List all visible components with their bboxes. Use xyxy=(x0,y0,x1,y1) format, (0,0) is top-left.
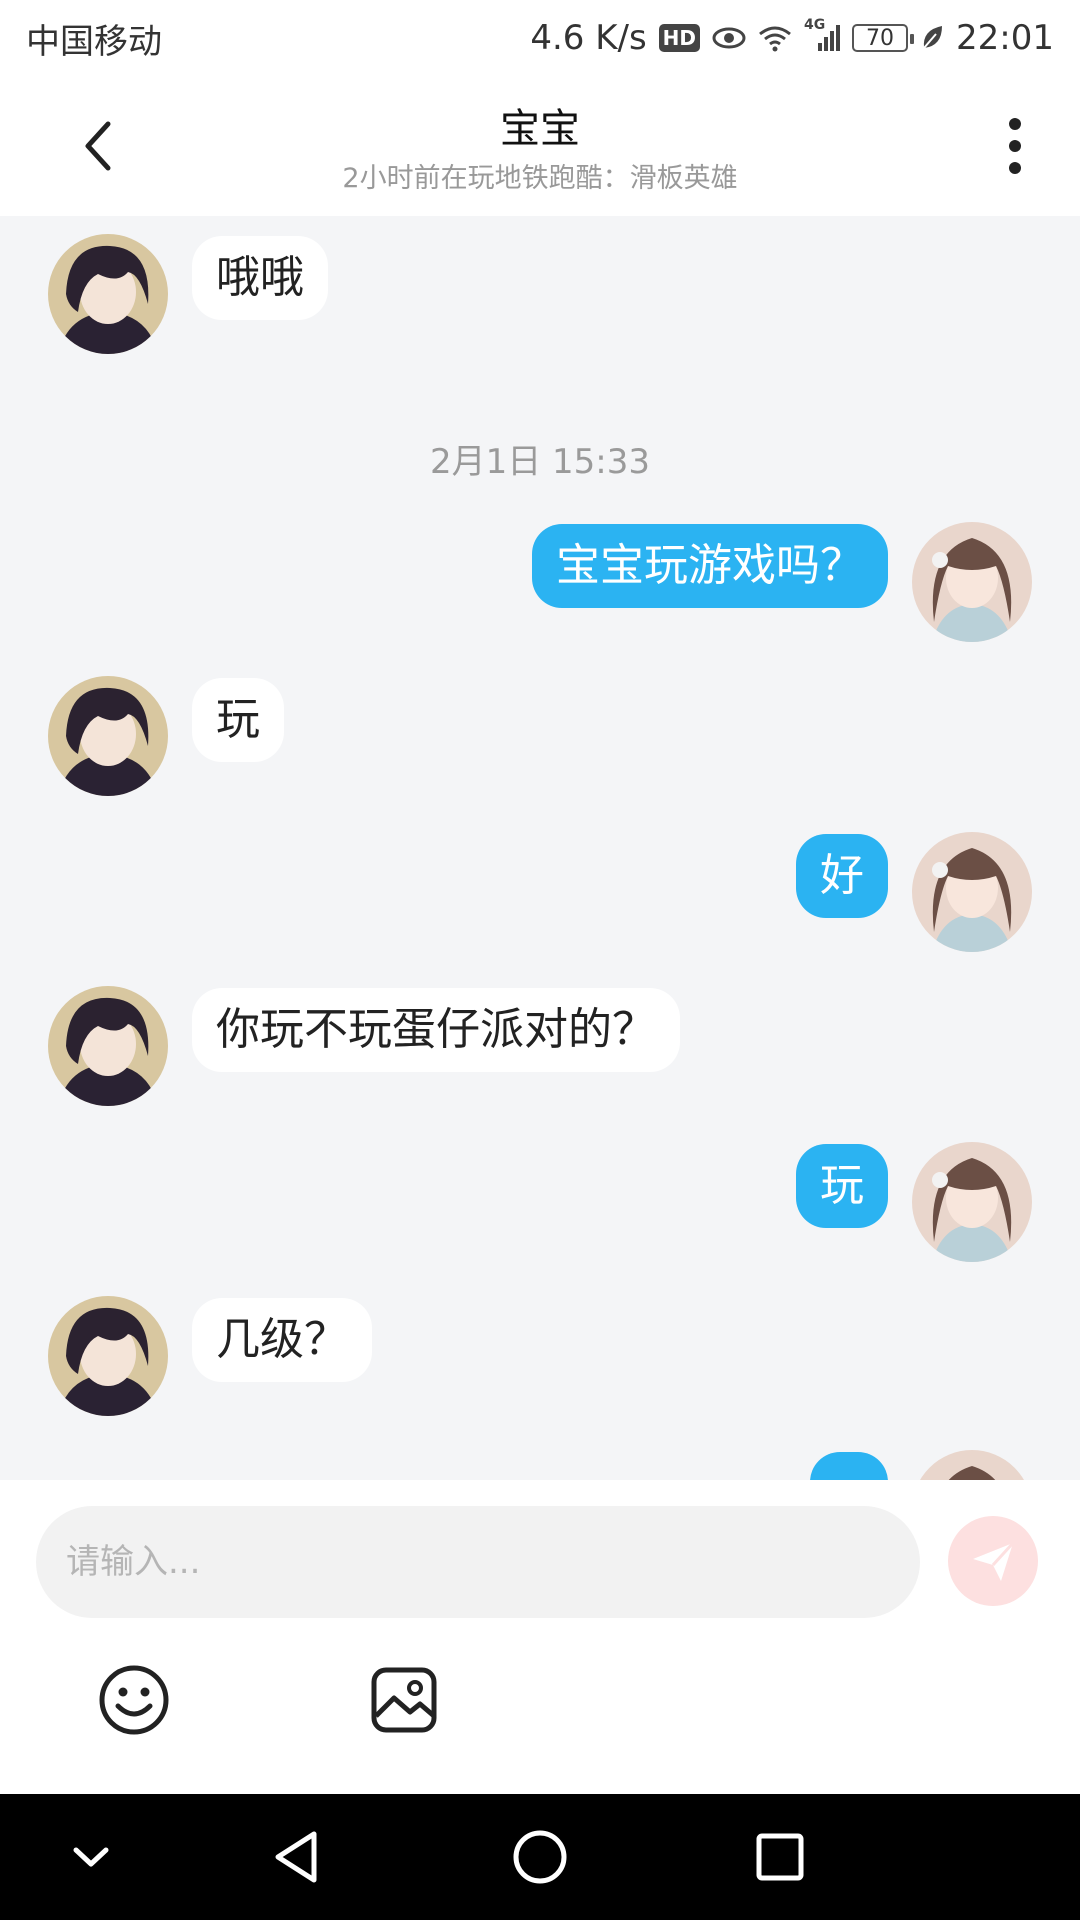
contact-avatar[interactable] xyxy=(48,676,168,796)
status-bar: 中国移动 4.6 K/s HD 4G 70 22:01 xyxy=(0,0,1080,76)
message-incoming: 几级？ xyxy=(48,1296,372,1416)
contact-avatar[interactable] xyxy=(48,234,168,354)
chat-header: 宝宝 2小时前在玩地铁跑酷：滑板英雄 xyxy=(0,76,1080,216)
message-outgoing: 好 xyxy=(796,832,1032,952)
message-timestamp: 2月1日 15:33 xyxy=(429,442,651,482)
message-bubble[interactable]: 你玩不玩蛋仔派对的？ xyxy=(192,988,680,1072)
more-vertical-icon xyxy=(1009,118,1021,174)
nav-collapse-button[interactable] xyxy=(56,1822,126,1892)
send-icon xyxy=(973,1541,1015,1581)
hd-icon: HD xyxy=(658,24,701,52)
chevron-down-icon xyxy=(73,1847,109,1867)
message-incoming: 哦哦 xyxy=(48,234,328,354)
contact-name[interactable]: 宝宝 xyxy=(0,96,1080,154)
message-incoming: 玩 xyxy=(48,676,284,796)
message-bubble[interactable]: 玩 xyxy=(192,678,284,762)
image-button[interactable] xyxy=(368,1664,440,1736)
message-bubble[interactable] xyxy=(810,1452,888,1480)
contact-status: 2小时前在玩地铁跑酷：滑板英雄 xyxy=(342,163,738,194)
send-button[interactable] xyxy=(948,1516,1038,1606)
message-incoming: 你玩不玩蛋仔派对的？ xyxy=(48,986,680,1106)
my-avatar[interactable] xyxy=(912,1142,1032,1262)
carrier-label: 中国移动 xyxy=(26,21,162,62)
message-outgoing: 宝宝玩游戏吗？ xyxy=(532,522,1032,642)
system-nav-bar xyxy=(0,1794,1080,1920)
message-bubble[interactable]: 几级？ xyxy=(192,1298,372,1382)
message-input[interactable] xyxy=(36,1506,920,1618)
clock: 22:01 xyxy=(956,18,1054,58)
cellular-signal-icon: 4G xyxy=(804,17,841,53)
message-bubble[interactable]: 好 xyxy=(796,834,888,918)
emoji-button[interactable] xyxy=(98,1664,170,1736)
eye-icon xyxy=(712,25,746,51)
battery-icon: 70 xyxy=(852,24,915,52)
contact-avatar[interactable] xyxy=(48,986,168,1106)
image-icon xyxy=(371,1667,437,1733)
battery-level: 70 xyxy=(866,25,895,51)
nav-recent-button[interactable] xyxy=(745,1822,815,1892)
status-icons: 4.6 K/s HD 4G 70 22:01 xyxy=(530,17,1054,58)
message-outgoing-partial xyxy=(810,1450,1032,1480)
leaf-icon xyxy=(920,24,944,52)
message-outgoing: 玩 xyxy=(796,1142,1032,1262)
signal-type-label: 4G xyxy=(804,17,826,33)
my-avatar[interactable] xyxy=(912,1450,1032,1480)
emoji-icon xyxy=(99,1665,169,1735)
circle-home-icon xyxy=(513,1830,567,1884)
more-options-button[interactable] xyxy=(990,114,1040,178)
message-bubble[interactable]: 哦哦 xyxy=(192,236,328,320)
nav-home-button[interactable] xyxy=(505,1822,575,1892)
input-panel xyxy=(0,1480,1080,1794)
wifi-icon xyxy=(758,24,792,52)
message-bubble[interactable]: 玩 xyxy=(796,1144,888,1228)
triangle-back-icon xyxy=(275,1831,317,1883)
network-speed: 4.6 K/s xyxy=(530,18,647,58)
message-list[interactable]: 哦哦 2月1日 15:33 宝宝玩游戏吗？ 玩 好 你玩不玩蛋仔派对的？ 玩 几… xyxy=(0,216,1080,1480)
nav-back-button[interactable] xyxy=(264,1822,334,1892)
message-bubble[interactable]: 宝宝玩游戏吗？ xyxy=(532,524,888,608)
contact-avatar[interactable] xyxy=(48,1296,168,1416)
my-avatar[interactable] xyxy=(912,522,1032,642)
my-avatar[interactable] xyxy=(912,832,1032,952)
square-recent-icon xyxy=(756,1833,804,1881)
